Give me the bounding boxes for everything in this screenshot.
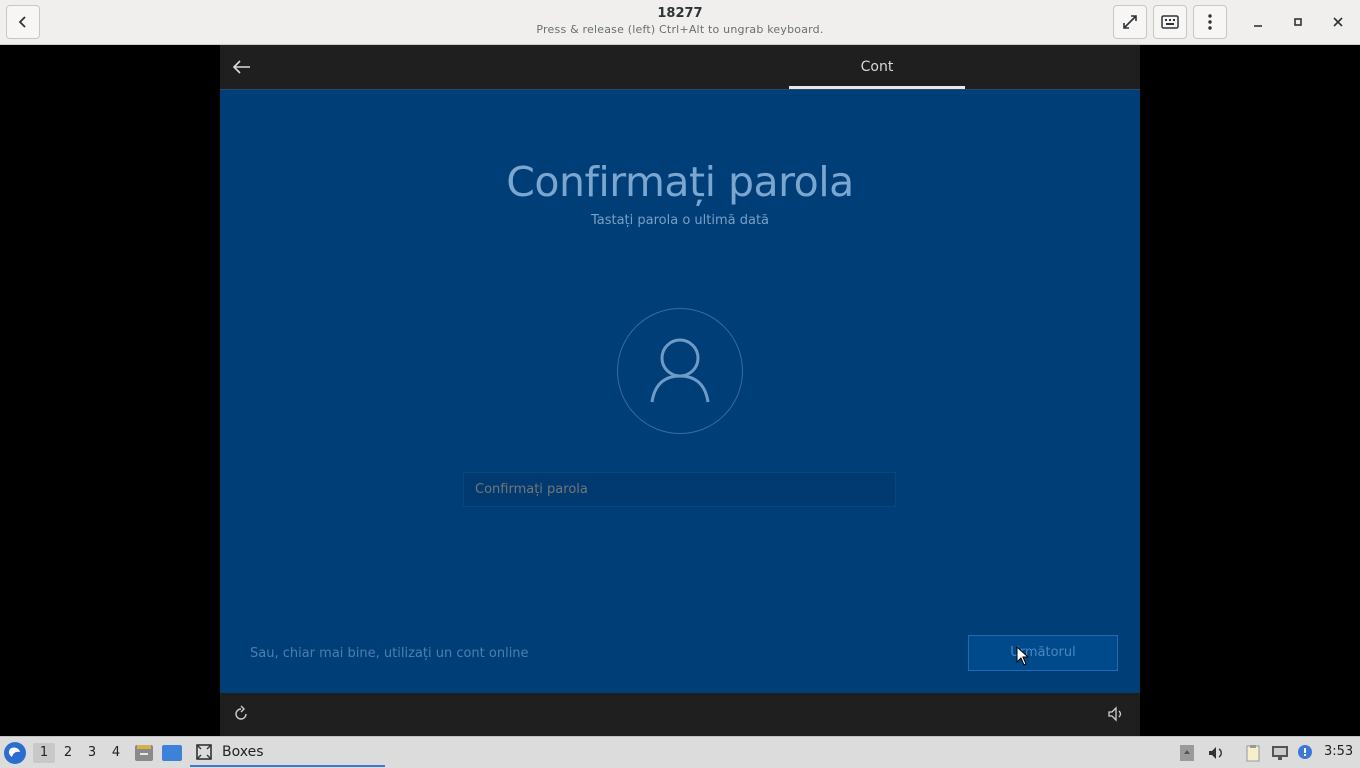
desktop-icon [162, 745, 182, 761]
online-account-link[interactable]: Sau, chiar mai bine, utilizați un cont o… [250, 646, 529, 661]
taskbar-item-label: Boxes [222, 744, 264, 760]
page-title: Confirmați parola [506, 158, 854, 206]
clock[interactable]: 3:53 [1324, 744, 1353, 759]
taskbar: 1 2 3 4 Boxes 3:53 [0, 736, 1360, 768]
workspace-4[interactable]: 4 [105, 743, 127, 763]
maximize-button[interactable] [1286, 10, 1310, 34]
fullscreen-icon [1123, 15, 1137, 29]
start-menu-button[interactable] [4, 742, 26, 764]
tray-network-button[interactable] [1271, 744, 1289, 762]
mouse-pointer-icon [1016, 646, 1030, 666]
taskbar-item-boxes[interactable]: Boxes [190, 739, 385, 767]
tray-notification-button[interactable] [1297, 744, 1315, 762]
minimize-icon [1254, 25, 1262, 27]
avatar [617, 308, 743, 434]
info-icon [1298, 745, 1312, 759]
oobe-top-bar: Cont [220, 45, 1140, 89]
oobe-bottom-bar [220, 693, 1140, 736]
tab-cont: Cont [860, 59, 894, 75]
file-manager-launcher[interactable] [133, 743, 155, 763]
volume-icon [1108, 706, 1122, 722]
close-button[interactable] [1326, 10, 1350, 34]
fullscreen-button[interactable] [1113, 5, 1147, 39]
minimize-button[interactable] [1246, 10, 1270, 34]
page-subtitle: Tastați parola o ultimă dată [590, 213, 770, 228]
vm-display[interactable]: Cont Confirmați parola Tastați parola o … [220, 45, 1140, 736]
confirm-password-input[interactable] [463, 472, 896, 507]
desktop-launcher[interactable] [161, 743, 183, 763]
next-button[interactable]: Următorul [968, 635, 1118, 671]
boxes-icon [196, 744, 212, 760]
volume-button[interactable] [1107, 705, 1125, 723]
volume-icon [1209, 747, 1222, 759]
workspace-3[interactable]: 3 [81, 743, 103, 763]
clipboard-icon [1246, 745, 1260, 762]
workspace-2[interactable]: 2 [57, 743, 79, 763]
divider [220, 89, 1140, 90]
workspace-1[interactable]: 1 [33, 743, 55, 763]
network-icon [1272, 746, 1288, 760]
ease-of-access-button[interactable] [232, 705, 250, 723]
close-icon [1333, 17, 1343, 27]
tray-volume-button[interactable] [1207, 744, 1225, 762]
file-manager-icon [135, 745, 153, 761]
user-icon [650, 338, 710, 403]
ease-of-access-icon [235, 705, 247, 720]
keyboard-button[interactable] [1153, 5, 1187, 39]
boxes-headerbar: 18277 Press & release (left) Ctrl+Alt to… [0, 0, 1360, 45]
arrow-up-icon [1180, 745, 1194, 761]
tray-clipboard-button[interactable] [1244, 744, 1262, 762]
menu-button[interactable] [1193, 5, 1227, 39]
keyboard-icon [1161, 15, 1179, 29]
vertical-dots-icon [1208, 14, 1212, 30]
maximize-icon [1294, 18, 1302, 26]
tray-updown-button[interactable] [1179, 744, 1197, 762]
app-menu-icon [8, 747, 20, 757]
arrow-left-icon [232, 60, 250, 74]
oobe-back-button[interactable] [230, 55, 254, 79]
